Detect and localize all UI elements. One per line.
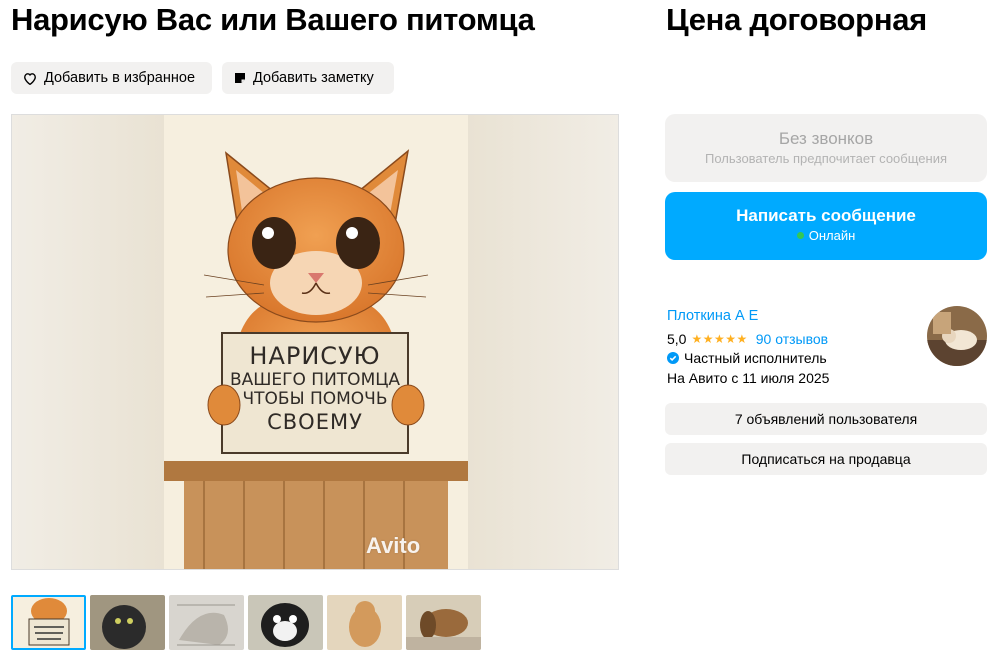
thumbnail-3[interactable] [169, 595, 244, 650]
seller-ads-button[interactable]: 7 объявлений пользователя [665, 403, 987, 435]
thumbnail-4[interactable] [248, 595, 323, 650]
seller-avatar[interactable] [927, 306, 987, 366]
note-icon [235, 73, 245, 83]
add-note-label: Добавить заметку [253, 70, 374, 86]
heart-icon [24, 72, 36, 85]
write-message-button[interactable]: Написать сообщение Онлайн [665, 192, 987, 260]
sign-line: СВОЕМУ [267, 409, 363, 434]
sign-text: НАРИСУЮ ВАШЕГО ПИТОМЦА ЧТОБЫ ПОМОЧЬ СВОЕ… [222, 342, 408, 434]
online-dot-icon [796, 232, 804, 239]
write-message-label: Написать сообщение [736, 206, 916, 225]
add-to-favorites-button[interactable]: Добавить в избранное [11, 62, 212, 94]
seller-since: На Авито с 11 июля 2025 [667, 370, 830, 386]
seller-name-link[interactable]: Плоткина А Е [667, 308, 758, 324]
gallery-blur-right [466, 115, 618, 569]
gallery-blur-left [12, 115, 164, 569]
seller-type-label: Частный исполнитель [684, 350, 827, 366]
rating-value: 5,0 [667, 331, 687, 347]
main-photo[interactable]: НАРИСУЮ ВАШЕГО ПИТОМЦА ЧТОБЫ ПОМОЧЬ СВОЕ… [164, 115, 468, 569]
online-status-label: Онлайн [808, 228, 856, 243]
seller-type: Частный исполнитель [667, 350, 827, 366]
add-note-button[interactable]: Добавить заметку [222, 62, 394, 94]
no-calls-title: Без звонков [778, 129, 874, 148]
sign-line: НАРИСУЮ [249, 342, 381, 370]
no-calls-notice: Без звонков Пользователь предпочитает со… [665, 114, 987, 182]
listing-title: Нарисую Вас или Вашего питомца [11, 2, 535, 37]
seller-rating: 5,0 ★★★★★ 90 отзывов [667, 331, 828, 347]
thumbnail-1[interactable] [11, 595, 86, 650]
thumbnail-2[interactable] [90, 595, 165, 650]
thumbnail-strip [11, 595, 481, 650]
subscribe-seller-button[interactable]: Подписаться на продавца [665, 443, 987, 475]
add-to-favorites-label: Добавить в избранное [44, 70, 196, 86]
verified-badge-icon [667, 352, 679, 364]
main-image-gallery[interactable]: НАРИСУЮ ВАШЕГО ПИТОМЦА ЧТОБЫ ПОМОЧЬ СВОЕ… [11, 114, 619, 570]
thumbnail-5[interactable] [327, 595, 402, 650]
reviews-link[interactable]: 90 отзывов [756, 331, 828, 347]
no-calls-subtitle: Пользователь предпочитает сообщения [704, 151, 947, 166]
avito-watermark: Avito [366, 533, 421, 558]
listing-price: Цена договорная [666, 2, 927, 37]
sign-line: ВАШЕГО ПИТОМЦА [229, 369, 401, 390]
rating-stars-icon: ★★★★★ [691, 332, 748, 346]
sign-line: ЧТОБЫ ПОМОЧЬ [242, 389, 388, 410]
online-status: Онлайн [665, 228, 987, 243]
thumbnail-6[interactable] [406, 595, 481, 650]
